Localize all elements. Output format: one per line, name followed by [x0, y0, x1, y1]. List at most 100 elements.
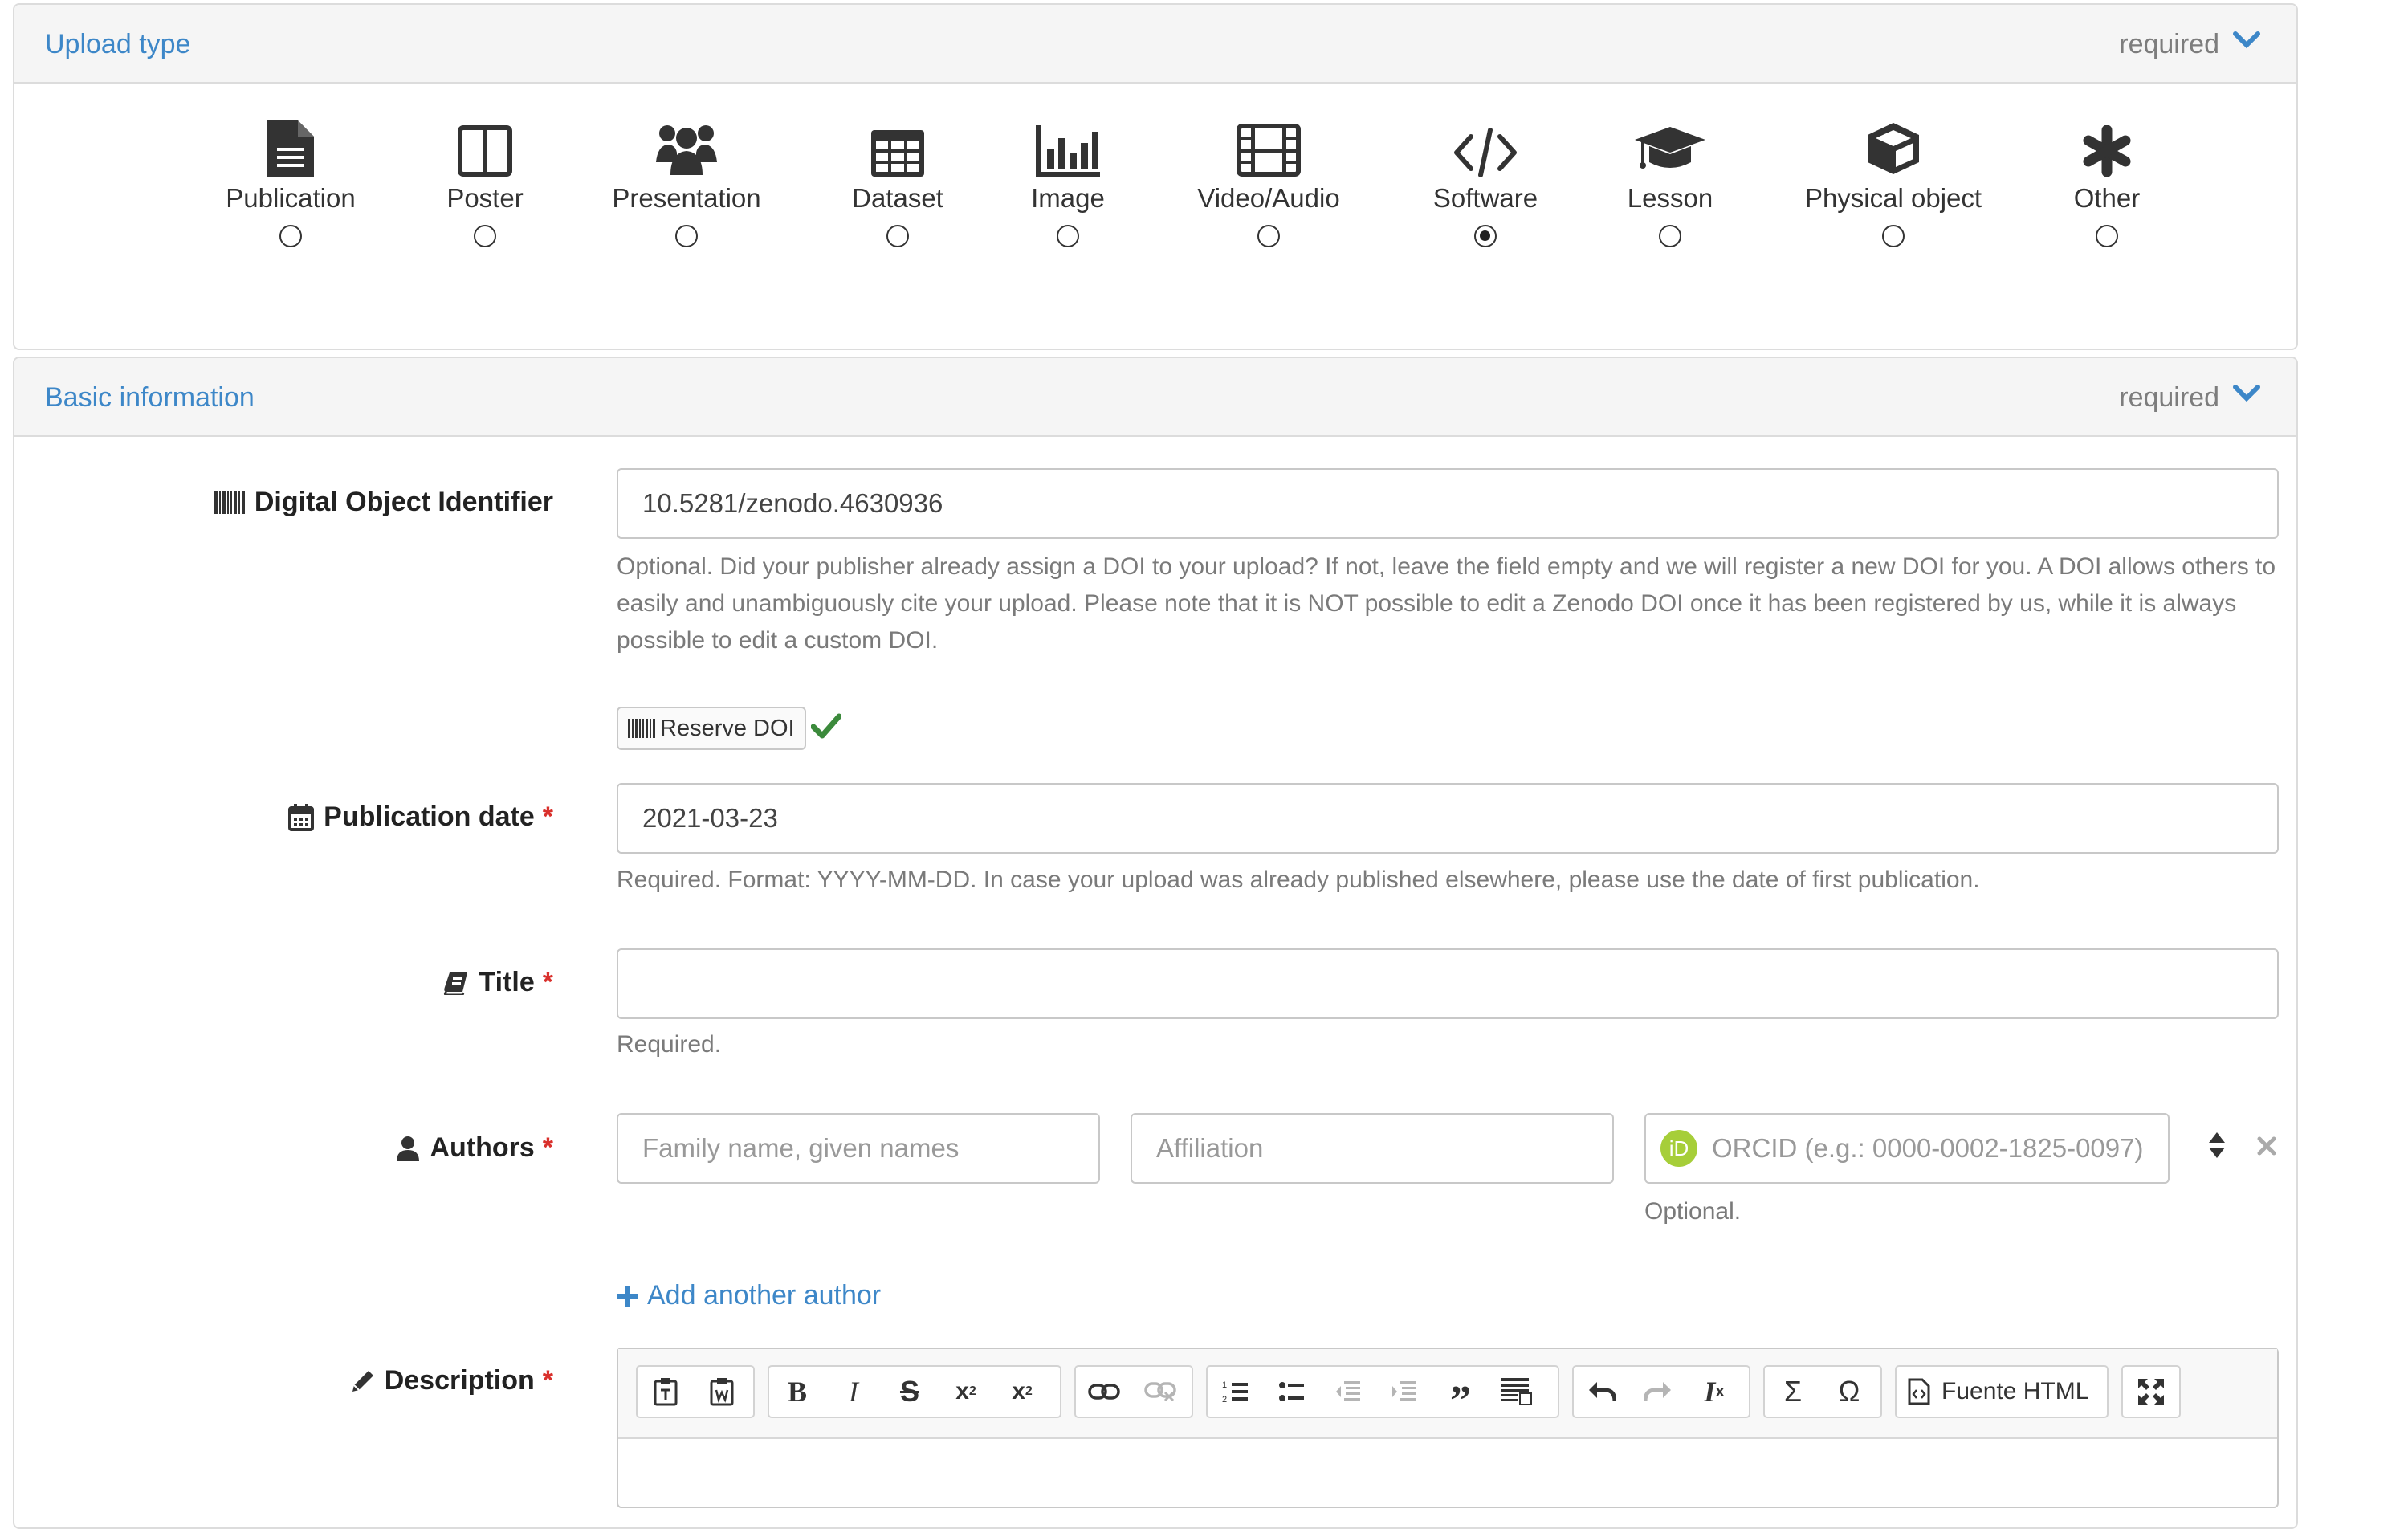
group-icon	[656, 125, 717, 175]
upload-type-image[interactable]: Image	[964, 117, 1172, 247]
source-html-label: Fuente HTML	[1941, 1378, 2089, 1405]
source-html-button[interactable]: Fuente HTML	[1895, 1365, 2109, 1418]
indent-icon[interactable]	[1376, 1367, 1432, 1417]
upload-type-publication[interactable]: Publication	[186, 117, 395, 247]
pencil-icon	[352, 1370, 373, 1392]
link-icon[interactable]	[1076, 1367, 1132, 1417]
reserve-doi-label: Reserve DOI	[660, 715, 795, 741]
source-file-icon	[1908, 1378, 1930, 1405]
upload-type-radio[interactable]	[675, 225, 698, 247]
publication-date-label: Publication date *	[288, 801, 553, 833]
upload-type-radio[interactable]	[1057, 225, 1079, 247]
upload-type-label: Physical object	[1804, 183, 1982, 213]
upload-type-radio[interactable]	[886, 225, 909, 247]
upload-type-video-audio[interactable]: Video/Audio	[1164, 117, 1373, 247]
upload-type-heading[interactable]: Upload type required	[14, 5, 2296, 84]
reserve-doi-button[interactable]: Reserve DOI	[617, 707, 806, 750]
bulleted-list-icon[interactable]	[1264, 1367, 1320, 1417]
basic-information-title: Basic information	[45, 382, 255, 413]
omega-icon[interactable]: Ω	[1821, 1367, 1877, 1417]
title-label-text: Title	[479, 967, 535, 997]
doi-label: Digital Object Identifier	[214, 487, 553, 518]
required-star: *	[542, 801, 553, 832]
strikethrough-icon[interactable]: S	[882, 1367, 938, 1417]
table-icon	[871, 130, 924, 177]
bar-chart-icon	[1036, 125, 1100, 177]
svg-text:2: 2	[1222, 1395, 1227, 1405]
graduation-cap-icon	[1635, 127, 1705, 169]
upload-type-other[interactable]: Other	[2003, 117, 2211, 247]
superscript-icon[interactable]: x2	[994, 1367, 1050, 1417]
basic-information-heading[interactable]: Basic information required	[14, 358, 2296, 437]
upload-type-physical-object[interactable]: Physical object	[1789, 117, 1998, 247]
required-label: required	[2119, 29, 2219, 59]
file-text-icon	[267, 120, 314, 177]
description-label: Description *	[351, 1365, 553, 1396]
outdent-icon[interactable]	[1320, 1367, 1376, 1417]
upload-type-radio[interactable]	[1474, 225, 1497, 247]
redo-icon[interactable]	[1630, 1367, 1686, 1417]
upload-type-presentation[interactable]: Presentation	[582, 117, 791, 247]
publication-date-value: 2021-03-23	[642, 803, 778, 833]
upload-type-radio[interactable]	[1257, 225, 1280, 247]
title-label: Title *	[443, 967, 553, 998]
title-help: Required.	[617, 1031, 722, 1058]
orcid-help: Optional.	[1644, 1198, 1742, 1225]
add-author-label: Add another author	[647, 1280, 882, 1311]
upload-type-label: Lesson	[1627, 183, 1713, 213]
italic-icon[interactable]: I	[825, 1367, 882, 1417]
upload-type-software[interactable]: Software	[1381, 117, 1590, 247]
description-editor[interactable]: B I S x2 x2 12 ” I x Σ Ω Fuente HTML	[617, 1348, 2279, 1508]
upload-type-label: Other	[2073, 183, 2141, 213]
authors-label-text: Authors	[430, 1132, 535, 1163]
asterisk-icon	[2083, 125, 2131, 177]
upload-type-radio[interactable]	[2096, 225, 2118, 247]
publication-date-help: Required. Format: YYYY-MM-DD. In case yo…	[617, 866, 1980, 893]
author-name-input[interactable]: Family name, given names	[617, 1113, 1100, 1184]
maximize-icon[interactable]	[2123, 1367, 2179, 1417]
upload-type-radio[interactable]	[279, 225, 302, 247]
list-group: 12 ”	[1206, 1365, 1559, 1424]
upload-type-title: Upload type	[45, 29, 191, 59]
barcode-icon	[628, 719, 655, 738]
upload-type-label: Software	[1432, 183, 1538, 213]
upload-type-panel: Upload type required Publication Poster …	[13, 3, 2298, 350]
doi-input[interactable]: 10.5281/zenodo.4630936	[617, 468, 2279, 539]
required-star: *	[542, 1132, 553, 1163]
upload-type-label: Presentation	[612, 183, 761, 213]
check-icon	[811, 713, 841, 739]
sort-icon[interactable]	[2208, 1131, 2226, 1160]
upload-type-radio[interactable]	[474, 225, 496, 247]
unlink-icon[interactable]	[1132, 1367, 1188, 1417]
description-label-text: Description	[384, 1365, 535, 1396]
bold-icon[interactable]: B	[769, 1367, 825, 1417]
author-orcid-input[interactable]: iD ORCID (e.g.: 0000-0002-1825-0097)	[1644, 1113, 2170, 1184]
div-container-icon[interactable]	[1489, 1367, 1545, 1417]
add-author-button[interactable]: Add another author	[617, 1280, 881, 1311]
chevron-down-icon[interactable]	[2232, 382, 2261, 405]
upload-type-radio[interactable]	[1659, 225, 1681, 247]
remove-author-icon[interactable]	[2256, 1136, 2277, 1156]
title-input[interactable]	[617, 948, 2279, 1019]
author-affiliation-input[interactable]: Affiliation	[1131, 1113, 1614, 1184]
maximize-group	[2121, 1365, 2181, 1418]
subscript-icon[interactable]: x2	[938, 1367, 994, 1417]
paste-text-icon[interactable]	[638, 1367, 694, 1417]
editor-toolbar: B I S x2 x2 12 ” I x Σ Ω Fuente HTML	[618, 1349, 2277, 1439]
paste-word-icon[interactable]	[694, 1367, 750, 1417]
numbered-list-icon[interactable]: 12	[1208, 1367, 1264, 1417]
upload-type-lesson[interactable]: Lesson	[1566, 117, 1774, 247]
upload-type-label: Poster	[446, 183, 524, 213]
upload-type-radio[interactable]	[1882, 225, 1905, 247]
remove-format-icon[interactable]: Ix	[1686, 1367, 1742, 1417]
sigma-icon[interactable]: Σ	[1765, 1367, 1821, 1417]
publication-date-input[interactable]: 2021-03-23	[617, 783, 2279, 854]
upload-type-poster[interactable]: Poster	[381, 117, 589, 247]
undo-icon[interactable]	[1574, 1367, 1630, 1417]
blockquote-icon[interactable]: ”	[1432, 1358, 1489, 1425]
chevron-down-icon[interactable]	[2232, 29, 2261, 51]
book-icon	[444, 972, 468, 995]
doi-help-text: Optional. Did your publisher already ass…	[617, 553, 2276, 654]
clipboard-group	[636, 1365, 755, 1418]
required-star: *	[542, 1365, 553, 1396]
